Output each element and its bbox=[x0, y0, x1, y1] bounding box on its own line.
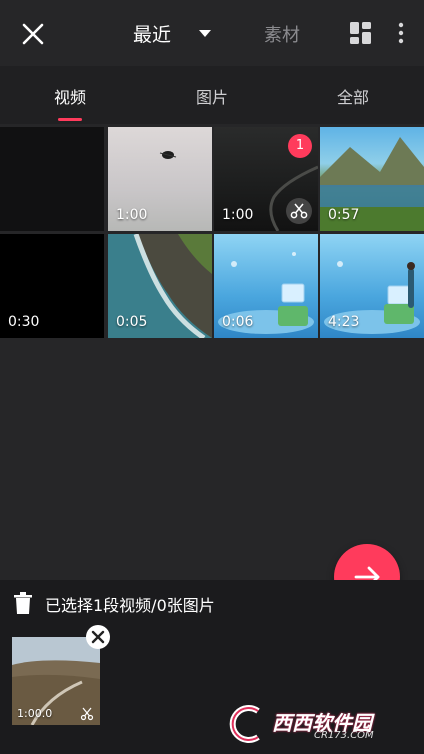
scissors-icon[interactable] bbox=[286, 198, 312, 224]
selection-order-badge: 1 bbox=[288, 134, 312, 158]
video-duration: 0:30 bbox=[8, 314, 40, 330]
active-tab-indicator bbox=[58, 118, 82, 121]
selected-clip-duration: 1:00.0 bbox=[17, 707, 53, 720]
video-duration: 0:05 bbox=[116, 314, 148, 330]
video-duration: 0:06 bbox=[222, 314, 254, 330]
caret-down-icon[interactable] bbox=[199, 30, 211, 37]
video-duration: 1:00 bbox=[222, 207, 254, 223]
trash-icon[interactable] bbox=[14, 592, 32, 614]
remove-clip-button[interactable] bbox=[86, 625, 110, 649]
video-duration: 0:57 bbox=[328, 207, 360, 223]
video-thumbnail[interactable]: 0:57 bbox=[320, 127, 424, 231]
media-type-tabs: 视频 图片 全部 bbox=[0, 66, 424, 124]
selection-panel: 已选择1段视频/0张图片 1:00.0 西西软件园 CR173.COM bbox=[0, 580, 424, 754]
video-thumbnail[interactable]: 1:00 bbox=[108, 127, 212, 231]
tab-image[interactable]: 图片 bbox=[196, 84, 228, 108]
top-bar: 最近 素材 bbox=[0, 0, 424, 66]
material-button[interactable]: 素材 bbox=[264, 21, 300, 47]
watermark-domain: CR173.COM bbox=[314, 730, 374, 741]
album-title[interactable]: 最近 bbox=[133, 20, 171, 47]
tab-all[interactable]: 全部 bbox=[337, 84, 369, 108]
close-icon[interactable] bbox=[20, 21, 46, 47]
video-duration: 1:00 bbox=[116, 207, 148, 223]
tab-video[interactable]: 视频 bbox=[54, 84, 86, 108]
video-thumbnail[interactable]: 0:30 bbox=[0, 234, 104, 338]
scissors-icon[interactable] bbox=[80, 707, 94, 721]
video-duration: 4:23 bbox=[328, 314, 360, 330]
more-vertical-icon[interactable] bbox=[397, 21, 405, 45]
close-icon bbox=[91, 630, 105, 644]
site-watermark: 西西软件园 CR173.COM bbox=[222, 703, 406, 745]
video-thumbnail[interactable]: 0:05 bbox=[108, 234, 212, 338]
selection-summary: 已选择1段视频/0张图片 bbox=[45, 596, 215, 615]
video-thumbnail[interactable]: 4:23 bbox=[320, 234, 424, 338]
video-thumbnail[interactable] bbox=[0, 127, 104, 231]
selected-clip[interactable]: 1:00.0 bbox=[12, 637, 100, 725]
grid-view-icon[interactable] bbox=[350, 22, 371, 44]
video-thumbnail[interactable]: 0:06 bbox=[214, 234, 318, 338]
video-thumbnail-selected[interactable]: 1 1:00 bbox=[214, 127, 318, 231]
